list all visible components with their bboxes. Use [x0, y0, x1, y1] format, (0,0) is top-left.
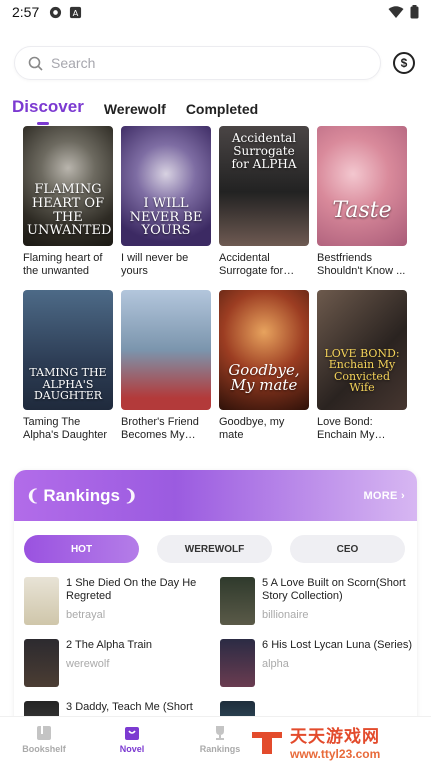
book-cover: TAMING THE ALPHA'S DAUGHTER [23, 290, 113, 410]
tab-discover[interactable]: Discover [12, 97, 84, 125]
cover-text: Accidental Surrogate for ALPHA [231, 131, 297, 172]
book-cover [121, 290, 211, 410]
book-card[interactable]: Goodbye, My mate Goodbye, my mate [219, 290, 309, 442]
book-cover: LOVE BOND: Enchain My Convicted Wife [317, 290, 407, 410]
book-card[interactable]: Accidental Surrogate for ALPHA Accidenta… [219, 126, 309, 278]
trophy-icon [216, 726, 224, 740]
book-grid: FLAMING HEART OF THE UNWANTED Flaming he… [0, 121, 431, 442]
ranking-title: She Died On the Day He Regreted [66, 577, 197, 602]
book-card[interactable]: Taste Bestfriends Shouldn't Know ... [317, 126, 407, 278]
rank-tab-werewolf[interactable]: WEREWOLF [157, 535, 272, 563]
rank-tab-ceo[interactable]: CEO [290, 535, 405, 563]
cover-text: FLAMING HEART OF THE UNWANTED [27, 182, 112, 239]
ranking-tag: werewolf [66, 658, 110, 670]
book-card[interactable]: FLAMING HEART OF THE UNWANTED Flaming he… [23, 126, 113, 278]
watermark: 天天游戏网 www.ttyl23.com [250, 720, 431, 762]
cover-text: I WILL NEVER BE YOURS [129, 196, 203, 239]
book-title: Accidental Surrogate for Alp... [219, 252, 284, 277]
rankings-more-button[interactable]: MORE › [363, 490, 405, 502]
ranking-number: 2 [66, 639, 73, 651]
watermark-name: 天天游戏网 [290, 726, 380, 746]
tab-werewolf[interactable]: Werewolf [104, 101, 166, 121]
book-card[interactable]: Brother's Friend Becomes My Bab... [121, 290, 211, 442]
rank-tab-hot[interactable]: HOT [24, 535, 139, 563]
search-icon [28, 56, 43, 71]
book-title: Flaming heart of the unwanted [23, 252, 103, 277]
ranking-item[interactable]: 5 A Love Built on Scorn(Short Story Coll… [220, 577, 416, 627]
novel-bag-icon [125, 727, 139, 740]
rankings-card: ❨ Rankings ❩ MORE › HOT WEREWOLF CEO 1 S… [14, 470, 417, 735]
book-cover: Accidental Surrogate for ALPHA [219, 126, 309, 246]
search-placeholder: Search [51, 55, 96, 71]
cover-text: Goodbye, My mate [228, 360, 300, 395]
ranking-item[interactable]: 1 She Died On the Day He Regreted betraya… [24, 577, 220, 627]
nav-bookshelf[interactable]: Bookshelf [0, 717, 88, 762]
ranking-number: 5 [262, 577, 269, 589]
book-cover: Goodbye, My mate [219, 290, 309, 410]
ranking-title: Daddy, Teach Me (Short [75, 701, 193, 713]
ranking-title: A Love Built on Scorn(Short Story Collec… [262, 577, 406, 602]
ranking-cover [24, 577, 59, 625]
dollar-coin-icon[interactable]: $ [393, 52, 415, 74]
book-title: Bestfriends Shouldn't Know ... [317, 252, 406, 277]
watermark-logo-icon [252, 732, 282, 754]
ranking-tag: billionaire [262, 609, 309, 621]
rankings-tabs: HOT WEREWOLF CEO [14, 521, 417, 563]
settings-status-icon [50, 6, 62, 18]
rankings-list: 1 She Died On the Day He Regreted betraya… [14, 563, 417, 735]
cover-text: LOVE BOND: Enchain My Convicted Wife [324, 346, 400, 395]
book-cover: FLAMING HEART OF THE UNWANTED [23, 126, 113, 246]
app-status-icon: A [70, 6, 82, 18]
tab-completed[interactable]: Completed [186, 101, 258, 121]
ranking-cover [220, 577, 255, 625]
search-input[interactable]: Search [14, 46, 381, 80]
ranking-tag: alpha [262, 658, 289, 670]
laurel-left-icon: ❨ [26, 487, 40, 505]
book-title: Love Bond: Enchain My Conv... [317, 416, 375, 441]
nav-novel[interactable]: Novel [88, 717, 176, 762]
cover-text: TAMING THE ALPHA'S DAUGHTER [29, 366, 107, 403]
status-bar: 2:57 A [0, 0, 431, 24]
book-title: Taming The Alpha's Daughter [23, 416, 108, 441]
ranking-item[interactable]: 6 His Lost Lycan Luna (Series) alpha [220, 639, 416, 689]
ranking-number: 6 [262, 639, 269, 651]
book-title: Brother's Friend Becomes My Bab... [121, 416, 199, 441]
ranking-number: 1 [66, 577, 73, 589]
svg-text:A: A [73, 8, 79, 18]
bookshelf-icon [37, 726, 51, 740]
category-tabs: Discover Werewolf Completed [0, 97, 431, 125]
ranking-tag: betrayal [66, 609, 106, 621]
book-card[interactable]: TAMING THE ALPHA'S DAUGHTER Taming The A… [23, 290, 113, 442]
status-time: 2:57 [12, 4, 40, 20]
ranking-cover [24, 639, 59, 687]
watermark-url: www.ttyl23.com [290, 746, 381, 761]
book-title: Goodbye, my mate [219, 416, 285, 441]
cover-text: Taste [332, 197, 392, 223]
book-card[interactable]: I WILL NEVER BE YOURS I will never be yo… [121, 126, 211, 278]
book-cover: I WILL NEVER BE YOURS [121, 126, 211, 246]
book-title: I will never be yours [121, 252, 189, 277]
book-cover: Taste [317, 126, 407, 246]
ranking-number: 3 [66, 701, 73, 713]
rankings-title: ❨ Rankings ❩ [26, 485, 138, 505]
search-row: Search $ [0, 24, 431, 80]
chevron-right-icon: › [397, 489, 405, 502]
laurel-right-icon: ❩ [123, 487, 138, 505]
wifi-icon [388, 5, 404, 18]
battery-icon [410, 5, 419, 19]
book-card[interactable]: LOVE BOND: Enchain My Convicted Wife Lov… [317, 290, 407, 442]
ranking-title: The Alpha Train [74, 639, 153, 651]
ranking-title: His Lost Lycan Luna (Series) [271, 639, 413, 651]
ranking-item[interactable]: 2 The Alpha Train werewolf [24, 639, 220, 689]
rankings-header: ❨ Rankings ❩ MORE › [14, 470, 417, 521]
ranking-cover [220, 639, 255, 687]
